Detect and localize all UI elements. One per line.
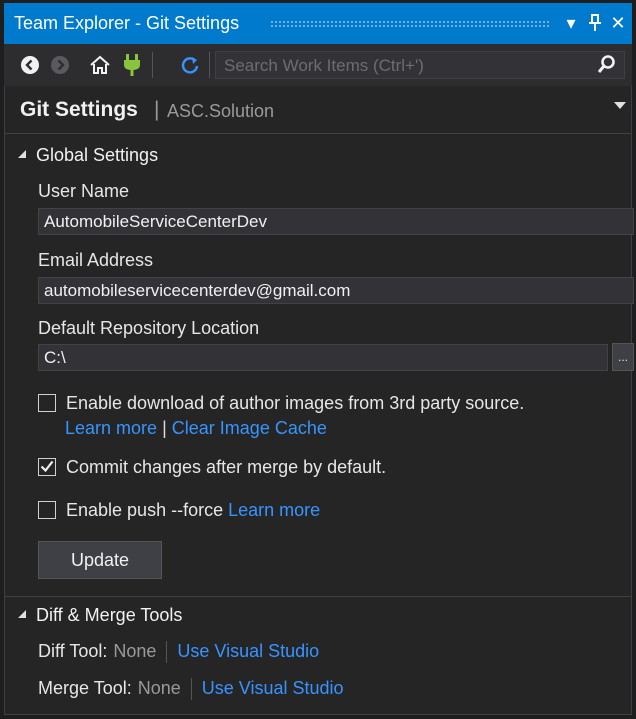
diff-use-visual-studio-link[interactable]: Use Visual Studio	[177, 641, 319, 661]
repo-location-input[interactable]: C:\	[38, 344, 608, 371]
header-dropdown-icon[interactable]	[614, 102, 626, 109]
toolbar-separator	[152, 52, 153, 78]
commit-after-merge-label: Commit changes after merge by default.	[66, 457, 387, 477]
collapse-triangle-icon[interactable]	[18, 150, 26, 159]
merge-tool-row: Merge Tool: None Use Visual Studio	[38, 678, 344, 701]
merge-tool-separator	[190, 678, 192, 701]
home-icon[interactable]	[88, 53, 112, 77]
push-force-learn-more-link[interactable]: Learn more	[228, 500, 320, 520]
forward-icon[interactable]	[48, 53, 72, 77]
link-separator: |	[162, 418, 167, 438]
push-force-label: Enable push --force	[66, 500, 224, 520]
collapse-triangle-icon[interactable]	[18, 610, 26, 619]
user-name-label: User Name	[38, 181, 130, 201]
diff-merge-section-header[interactable]: Diff & Merge Tools	[18, 605, 182, 626]
learn-more-link[interactable]: Learn more	[65, 418, 157, 438]
header-separator: |	[154, 98, 160, 121]
search-icon[interactable]	[596, 54, 618, 76]
global-settings-section-header[interactable]: Global Settings	[18, 145, 158, 166]
push-force-checkbox[interactable]	[38, 501, 56, 519]
checkmark-icon	[40, 460, 54, 473]
search-work-items-input[interactable]: Search Work Items (Ctrl+')	[215, 51, 625, 79]
diff-tool-label: Diff Tool:	[38, 641, 108, 661]
repo-location-label: Default Repository Location	[38, 318, 260, 338]
toolbar: Search Work Items (Ctrl+')	[4, 44, 632, 86]
close-icon[interactable]: ✕	[607, 9, 629, 37]
section-divider	[4, 596, 632, 597]
merge-tool-value: None	[137, 678, 181, 698]
diff-tool-value: None	[113, 641, 157, 661]
search-placeholder: Search Work Items (Ctrl+')	[224, 56, 424, 75]
email-address-input[interactable]: automobileservicecenterdev@gmail.com	[38, 277, 634, 304]
update-button[interactable]: Update	[38, 541, 162, 579]
window-menu-dropdown-icon[interactable]: ▾	[560, 9, 582, 37]
back-icon[interactable]	[18, 53, 42, 77]
diff-tool-row: Diff Tool: None Use Visual Studio	[38, 641, 319, 664]
page-header: Git Settings | ASC.Solution	[4, 88, 632, 134]
author-images-label: Enable download of author images from 3r…	[66, 393, 525, 413]
diff-merge-label: Diff & Merge Tools	[36, 605, 183, 625]
diff-tool-separator	[166, 641, 168, 664]
author-images-checkbox[interactable]	[38, 394, 56, 412]
merge-tool-label: Merge Tool:	[38, 678, 132, 698]
connect-icon[interactable]	[120, 53, 144, 77]
pin-icon[interactable]	[584, 9, 606, 37]
solution-name: ASC.Solution	[167, 101, 275, 121]
merge-use-visual-studio-link[interactable]: Use Visual Studio	[202, 678, 344, 698]
title-bar: Team Explorer - Git Settings ▾ ✕	[4, 3, 632, 44]
email-address-label: Email Address	[38, 250, 154, 270]
global-settings-label: Global Settings	[36, 145, 159, 165]
author-images-links: Learn more | Clear Image Cache	[65, 418, 327, 439]
title-grip[interactable]	[270, 20, 550, 28]
user-name-input[interactable]: AutomobileServiceCenterDev	[38, 208, 634, 235]
push-force-label-wrap: Enable push --force Learn more	[66, 500, 320, 521]
clear-image-cache-link[interactable]: Clear Image Cache	[172, 418, 327, 438]
commit-after-merge-checkbox[interactable]	[38, 458, 56, 476]
window-title: Team Explorer - Git Settings	[14, 13, 240, 33]
refresh-icon[interactable]	[178, 53, 202, 77]
page-title: Git Settings	[20, 98, 138, 121]
browse-button[interactable]: ...	[612, 343, 634, 371]
toolbar-separator-2	[209, 52, 210, 78]
